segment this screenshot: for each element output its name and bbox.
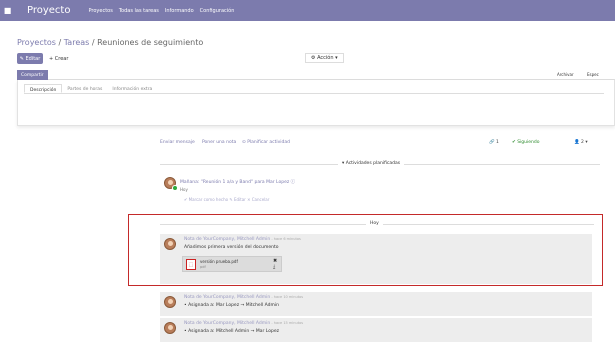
message-time: - hace 15 minutos <box>270 321 304 325</box>
message-author: Nota de YourCompany, Mitchell Admin - ha… <box>184 321 303 326</box>
download-icon[interactable]: ⤓ <box>273 264 275 270</box>
message-body: Añadimos primera versión del documento <box>184 245 279 250</box>
avatar <box>164 296 176 308</box>
expect-button[interactable]: Espec <box>587 72 599 77</box>
message-body: • Asignada a: Mar Lopez → Mitchell Admin <box>184 303 279 308</box>
author-name[interactable]: Nota de YourCompany, Mitchell Admin <box>184 321 270 326</box>
edit-button[interactable]: ✎ Editar <box>17 53 43 64</box>
avatar <box>164 322 176 334</box>
attachment-card[interactable]: ⬚ versión prueba.pdf pdf ✖ ⤓ <box>182 256 282 272</box>
breadcrumb: Proyectos / Tareas / Reuniones de seguim… <box>17 38 203 47</box>
send-message-button[interactable]: Enviar mensaje <box>160 140 195 145</box>
tab-description[interactable]: Descripción <box>24 84 63 93</box>
attachment-count-button[interactable]: 🔗 1 <box>489 140 499 145</box>
avatar <box>164 238 176 250</box>
message: Nota de YourCompany, Mitchell Admin - ha… <box>160 292 592 316</box>
app-name[interactable]: Proyecto <box>27 5 70 16</box>
tab-extra-info[interactable]: Información extra <box>107 84 157 93</box>
log-note-button[interactable]: Poner una nota <box>202 140 236 145</box>
message: Nota de YourCompany, Mitchell Admin - ha… <box>160 318 592 342</box>
archive-button[interactable]: Archivar <box>557 72 574 77</box>
message-author: Nota de YourCompany, Mitchell Admin - ha… <box>184 295 303 300</box>
apps-menu-icon[interactable]: ■ <box>0 6 15 15</box>
activity-type-icon <box>172 185 178 191</box>
author-name[interactable]: Nota de YourCompany, Mitchell Admin <box>184 295 270 300</box>
schedule-activity-button[interactable]: ⊙ Planificar actividad <box>242 140 290 145</box>
activity-due: Hoy <box>180 187 188 192</box>
form-statusbar: Compartir Archivar Espec <box>17 70 615 80</box>
message: Nota de YourCompany, Mitchell Admin - ha… <box>160 234 592 284</box>
breadcrumb-separator: / <box>55 38 64 47</box>
nav-link-reporting[interactable]: Informando <box>165 8 194 14</box>
nav-link-projects[interactable]: Proyectos <box>88 8 112 14</box>
nav-link-all-tasks[interactable]: Todas las tareas <box>119 8 159 14</box>
activity-actions[interactable]: ✔ Marcar como hecho ✎ Editar ✕ Cancelar <box>184 197 269 202</box>
attachment-extension: pdf <box>200 265 206 269</box>
action-dropdown[interactable]: ⚙ Acción ▾ <box>305 53 344 63</box>
top-navbar: ■ Proyecto Proyectos Todas las tareas In… <box>0 0 615 21</box>
chatter-topbar: Enviar mensaje Poner una nota ⊙ Planific… <box>160 140 600 150</box>
nav-link-configuration[interactable]: Configuración <box>200 8 235 14</box>
planned-activities-toggle[interactable]: ▾ Actividades planificadas <box>338 161 405 166</box>
breadcrumb-current: Reuniones de seguimiento <box>97 38 204 47</box>
form-sheet: Descripción Partes de horas Información … <box>17 80 615 126</box>
activity-summary[interactable]: Mañana: "Reunión 1 a/a y Band" para Mar … <box>180 179 295 185</box>
share-button[interactable]: Compartir <box>17 70 48 80</box>
pdf-file-icon: ⬚ <box>186 259 196 270</box>
message-body: • Asignada a: Mitchell Admin → Mar Lopez <box>184 329 279 334</box>
message-time: - hace 10 minutos <box>270 295 304 299</box>
message-author: Nota de YourCompany, Mitchell Admin - ha… <box>184 237 301 242</box>
attachment-name[interactable]: versión prueba.pdf <box>200 259 238 264</box>
breadcrumb-separator: / <box>89 38 98 47</box>
author-name[interactable]: Nota de YourCompany, Mitchell Admin <box>184 237 270 242</box>
planned-activity: Mañana: "Reunión 1 a/a y Band" para Mar … <box>164 177 594 211</box>
breadcrumb-projects[interactable]: Proyectos <box>17 38 56 47</box>
create-button[interactable]: + Crear <box>49 53 68 64</box>
breadcrumb-tasks[interactable]: Tareas <box>64 38 90 47</box>
following-button[interactable]: ✔ Siguiendo <box>512 140 540 145</box>
followers-button[interactable]: 👤 2 ▾ <box>574 140 588 145</box>
tab-timesheets[interactable]: Partes de horas <box>62 84 107 93</box>
message-time: - hace 6 minutos <box>270 237 301 241</box>
notebook-tabs: Descripción Partes de horas Información … <box>24 84 604 94</box>
